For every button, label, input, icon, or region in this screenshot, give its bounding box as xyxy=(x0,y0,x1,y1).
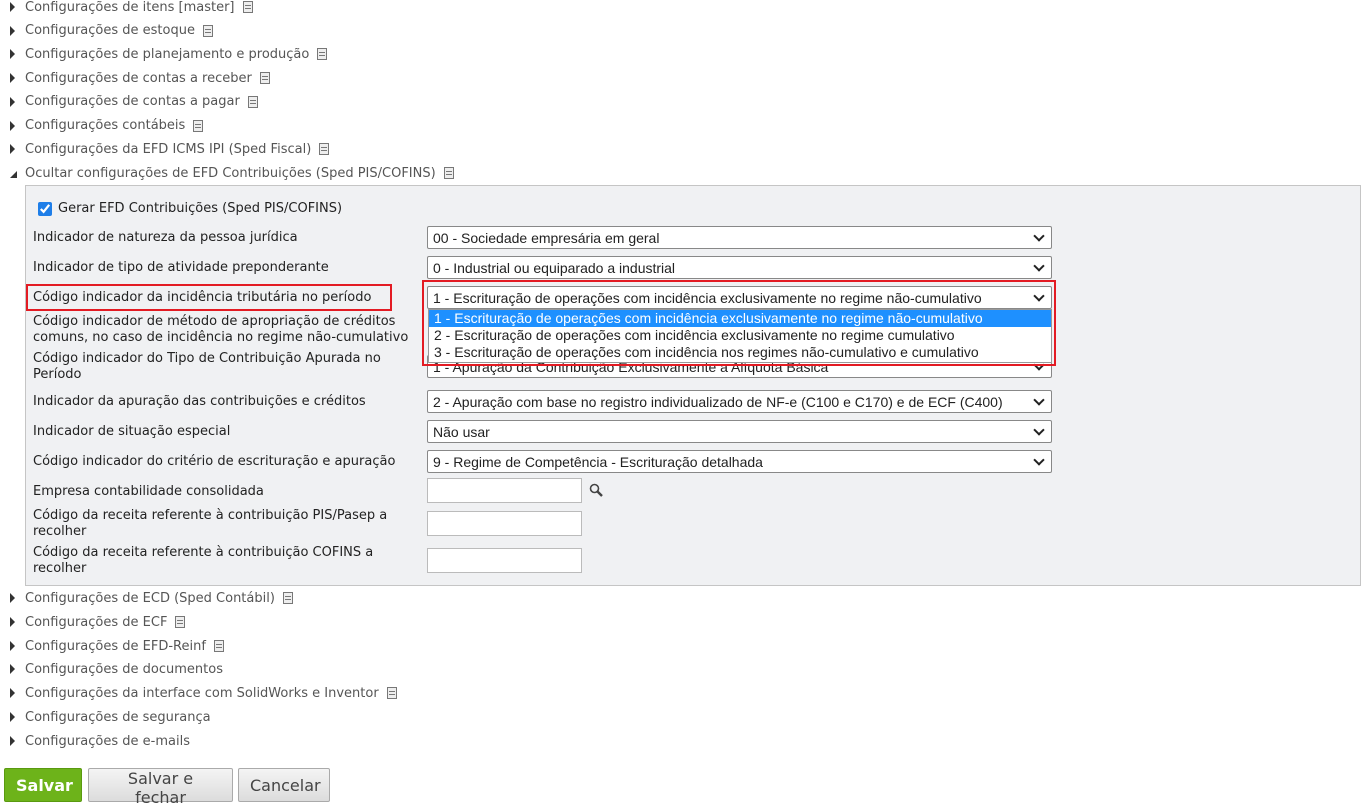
search-icon[interactable] xyxy=(589,483,603,497)
expand-triangle-icon xyxy=(10,120,15,131)
expand-triangle-icon xyxy=(10,617,15,627)
field-label: Indicador da apuração das contribuições … xyxy=(33,394,366,409)
expand-triangle-icon xyxy=(10,2,15,12)
chevron-down-icon xyxy=(1033,230,1045,242)
section-label: Configurações contábeis xyxy=(25,118,186,133)
select-value: Não usar xyxy=(433,424,490,440)
save-button[interactable]: Salvar xyxy=(4,768,82,802)
section-toggle[interactable]: Configurações de planejamento e produção xyxy=(10,44,328,64)
select-value: 2 - Apuração com base no registro indivi… xyxy=(433,394,1003,410)
section-toggle[interactable]: Configurações de contas a pagar xyxy=(10,92,258,112)
section-toggle[interactable]: Configurações de ECF xyxy=(10,612,186,632)
select-value: 00 - Sociedade empresária em geral xyxy=(433,230,660,246)
document-icon[interactable] xyxy=(259,72,270,85)
section-toggle[interactable]: Configurações de itens [master] xyxy=(10,0,253,17)
section-label: Ocultar configurações de EFD Contribuiçõ… xyxy=(25,165,436,181)
section-label: Configurações de planejamento e produção xyxy=(25,46,310,62)
section-toggle[interactable]: Configurações da EFD ICMS IPI (Sped Fisc… xyxy=(10,139,330,159)
section-toggle[interactable]: Configurações contábeis xyxy=(10,116,204,136)
section-label: Configurações de contas a pagar xyxy=(25,94,240,110)
section-label: Configurações de segurança xyxy=(25,709,211,725)
document-icon[interactable] xyxy=(319,143,330,156)
field-select[interactable]: 0 - Industrial ou equiparado a industria… xyxy=(427,256,1052,279)
section-toggle[interactable]: Configurações de documentos xyxy=(10,659,223,679)
select-value: 9 - Regime de Competência - Escrituração… xyxy=(433,454,763,470)
field-input[interactable] xyxy=(427,511,582,536)
document-icon[interactable] xyxy=(386,687,397,699)
field-select[interactable]: 00 - Sociedade empresária em geral xyxy=(427,226,1052,249)
chevron-down-icon xyxy=(1033,394,1045,406)
field-input[interactable] xyxy=(427,548,582,573)
expand-triangle-icon xyxy=(10,96,15,107)
field-label: Empresa contabilidade consolidada xyxy=(33,484,264,499)
expand-triangle-icon xyxy=(10,25,15,36)
field-input[interactable] xyxy=(427,478,582,503)
section-toggle[interactable]: Configurações de e-mails xyxy=(10,731,190,751)
section-label: Configurações de ECF xyxy=(25,614,168,630)
section-label: Configurações de estoque xyxy=(25,23,195,39)
field-label: Indicador de tipo de atividade preponder… xyxy=(33,260,329,275)
expand-triangle-icon xyxy=(10,641,15,651)
section-toggle-efd-contribuicoes[interactable]: Ocultar configurações de EFD Contribuiçõ… xyxy=(10,163,454,183)
field-label: Código da receita referente à contribuiç… xyxy=(33,508,388,539)
field-label: Código indicador do critério de escritur… xyxy=(33,454,396,469)
expand-triangle-icon xyxy=(10,73,15,84)
gerar-efd-checkbox-row[interactable]: Gerar EFD Contribuições (Sped PIS/COFINS… xyxy=(38,201,342,216)
section-label: Configurações de documentos xyxy=(25,661,223,677)
document-icon[interactable] xyxy=(317,48,328,61)
field-select[interactable]: Não usar xyxy=(427,420,1052,443)
field-label: Código da receita referente à contribuiç… xyxy=(33,545,374,576)
checkbox-label: Gerar EFD Contribuições (Sped PIS/COFINS… xyxy=(58,201,343,216)
document-icon[interactable] xyxy=(247,95,258,108)
expand-triangle-icon xyxy=(10,49,15,60)
field-select[interactable]: 2 - Apuração com base no registro indivi… xyxy=(427,390,1052,413)
document-icon[interactable] xyxy=(193,119,204,132)
expand-triangle-icon xyxy=(10,593,15,603)
expand-triangle-icon xyxy=(10,736,15,746)
expand-triangle-icon xyxy=(10,688,15,698)
section-label: Configurações da interface com SolidWork… xyxy=(25,685,379,701)
select-value: 0 - Industrial ou equiparado a industria… xyxy=(433,260,676,276)
section-label: Configurações da EFD ICMS IPI (Sped Fisc… xyxy=(25,141,312,157)
section-toggle[interactable]: Configurações de contas a receber xyxy=(10,68,270,88)
document-icon[interactable] xyxy=(202,24,213,37)
expand-triangle-icon xyxy=(10,712,15,722)
chevron-down-icon xyxy=(1033,454,1045,466)
document-icon[interactable] xyxy=(213,640,224,652)
field-label: Código indicador de método de apropriaçã… xyxy=(33,314,409,345)
section-toggle[interactable]: Configurações de segurança xyxy=(10,707,211,727)
document-icon[interactable] xyxy=(242,1,253,13)
section-label: Configurações de ECD (Sped Contábil) xyxy=(25,590,275,606)
chevron-down-icon xyxy=(1033,424,1045,436)
section-label: Configurações de contas a receber xyxy=(25,70,252,86)
save-close-button[interactable]: Salvar e fechar xyxy=(88,768,233,807)
document-icon[interactable] xyxy=(282,592,293,604)
document-icon[interactable] xyxy=(175,616,186,628)
expand-triangle-icon xyxy=(10,144,15,155)
field-label: Indicador de natureza da pessoa jurídica xyxy=(33,230,298,245)
section-label: Configurações de itens [master] xyxy=(25,0,235,15)
document-icon[interactable] xyxy=(443,167,454,179)
section-toggle[interactable]: Configurações da interface com SolidWork… xyxy=(10,683,397,703)
field-label: Código indicador do Tipo de Contribuição… xyxy=(33,351,381,382)
highlight-box-label xyxy=(26,284,392,311)
section-toggle[interactable]: Configurações de estoque xyxy=(10,21,213,41)
collapse-triangle-icon xyxy=(10,170,17,178)
section-toggle[interactable]: Configurações de EFD-Reinf xyxy=(10,636,224,656)
highlight-box-dropdown xyxy=(422,280,1056,366)
cancel-button[interactable]: Cancelar xyxy=(238,768,330,802)
expand-triangle-icon xyxy=(10,664,15,674)
gerar-efd-checkbox[interactable] xyxy=(38,201,52,216)
section-label: Configurações de e-mails xyxy=(25,733,190,749)
field-label: Indicador de situação especial xyxy=(33,424,231,439)
section-label: Configurações de EFD-Reinf xyxy=(25,638,206,654)
field-select[interactable]: 9 - Regime de Competência - Escrituração… xyxy=(427,450,1052,473)
section-toggle[interactable]: Configurações de ECD (Sped Contábil) xyxy=(10,588,293,608)
chevron-down-icon xyxy=(1033,260,1045,272)
